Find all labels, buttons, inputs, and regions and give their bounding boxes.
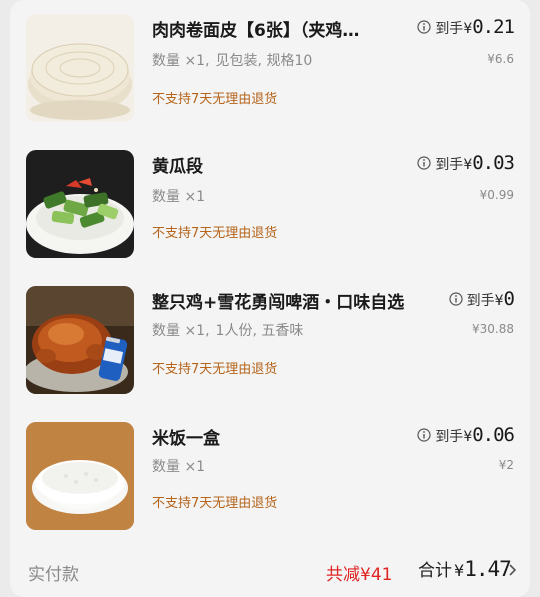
paid-label: 实付款	[28, 565, 79, 585]
rice-bowl-image	[26, 422, 134, 530]
product-title[interactable]: 米饭一盒	[152, 424, 220, 449]
quantity: 数量 ×1	[152, 459, 206, 475]
chevron-right-icon[interactable]	[506, 562, 518, 578]
product-spec: 数量 ×1	[152, 186, 211, 206]
info-icon[interactable]	[417, 19, 431, 34]
spec-detail: 1人份, 五香味	[215, 323, 304, 339]
return-policy: 不支持7天无理由退货	[152, 92, 278, 107]
final-price: 到手 ¥ 0.21	[417, 16, 515, 38]
price-label: 到手	[466, 293, 495, 309]
product-title[interactable]: 肉肉卷面皮【6张】（夹鸡…	[152, 16, 402, 41]
quantity: 数量 ×1,	[152, 323, 210, 339]
price-value: 0.21	[472, 16, 515, 38]
order-item[interactable]: 黄瓜段 数量 ×1 不支持7天无理由退货 到手 ¥ 0.03 ¥0.99	[10, 146, 530, 266]
product-image[interactable]	[26, 150, 134, 258]
original-price: ¥6.6	[487, 52, 514, 66]
total-value: 1.47	[464, 557, 512, 581]
info-icon[interactable]	[417, 155, 431, 170]
price-label: 到手	[435, 429, 464, 445]
return-policy: 不支持7天无理由退货	[152, 496, 278, 511]
product-spec: 数量 ×1	[152, 456, 211, 476]
currency-symbol: ¥	[463, 157, 473, 173]
total-discount: 共减¥41	[326, 565, 393, 585]
return-policy: 不支持7天无理由退货	[152, 226, 278, 241]
original-price: ¥2	[498, 458, 514, 472]
currency-symbol: ¥	[463, 21, 473, 37]
price-value: 0	[503, 288, 515, 310]
original-price: ¥0.99	[479, 188, 514, 202]
product-image[interactable]	[26, 422, 134, 530]
payment-summary[interactable]: 实付款 共减¥41 合计 ¥ 1.47	[10, 552, 530, 592]
wrap-skins-image	[26, 14, 134, 122]
order-total: 合计 ¥ 1.47	[418, 556, 512, 581]
currency-symbol: ¥	[463, 429, 473, 445]
price-label: 到手	[435, 157, 464, 173]
final-price: 到手 ¥ 0	[449, 288, 515, 310]
spec-detail: 见包装, 规格10	[215, 53, 313, 69]
original-price: ¥30.88	[472, 322, 514, 336]
return-policy: 不支持7天无理由退货	[152, 362, 278, 377]
order-item[interactable]: 米饭一盒 数量 ×1 不支持7天无理由退货 到手 ¥ 0.06 ¥2	[10, 418, 530, 538]
price-value: 0.06	[472, 424, 515, 446]
info-icon[interactable]	[417, 427, 431, 442]
quantity: 数量 ×1	[152, 189, 206, 205]
cucumber-image	[26, 150, 134, 258]
product-image[interactable]	[26, 14, 134, 122]
total-currency: ¥	[454, 561, 465, 580]
price-value: 0.03	[472, 152, 515, 174]
currency-symbol: ¥	[494, 293, 504, 309]
roast-chicken-image	[26, 286, 134, 394]
info-icon[interactable]	[449, 291, 463, 306]
product-title[interactable]: 黄瓜段	[152, 152, 203, 177]
final-price: 到手 ¥ 0.06	[417, 424, 515, 446]
order-item[interactable]: 整只鸡+雪花勇闯啤酒・口味自选 数量 ×1, 1人份, 五香味 不支持7天无理由退…	[10, 282, 530, 402]
product-image[interactable]	[26, 286, 134, 394]
product-spec: 数量 ×1, 见包装, 规格10	[152, 50, 312, 70]
product-title[interactable]: 整只鸡+雪花勇闯啤酒・口味自选	[152, 288, 404, 313]
total-label: 合计	[418, 561, 452, 581]
order-items-card: 肉肉卷面皮【6张】（夹鸡… 数量 ×1, 见包装, 规格10 不支持7天无理由退货…	[10, 0, 530, 597]
quantity: 数量 ×1,	[152, 53, 210, 69]
price-label: 到手	[435, 21, 464, 37]
final-price: 到手 ¥ 0.03	[417, 152, 515, 174]
order-item[interactable]: 肉肉卷面皮【6张】（夹鸡… 数量 ×1, 见包装, 规格10 不支持7天无理由退货…	[10, 10, 530, 130]
product-spec: 数量 ×1, 1人份, 五香味	[152, 320, 303, 340]
